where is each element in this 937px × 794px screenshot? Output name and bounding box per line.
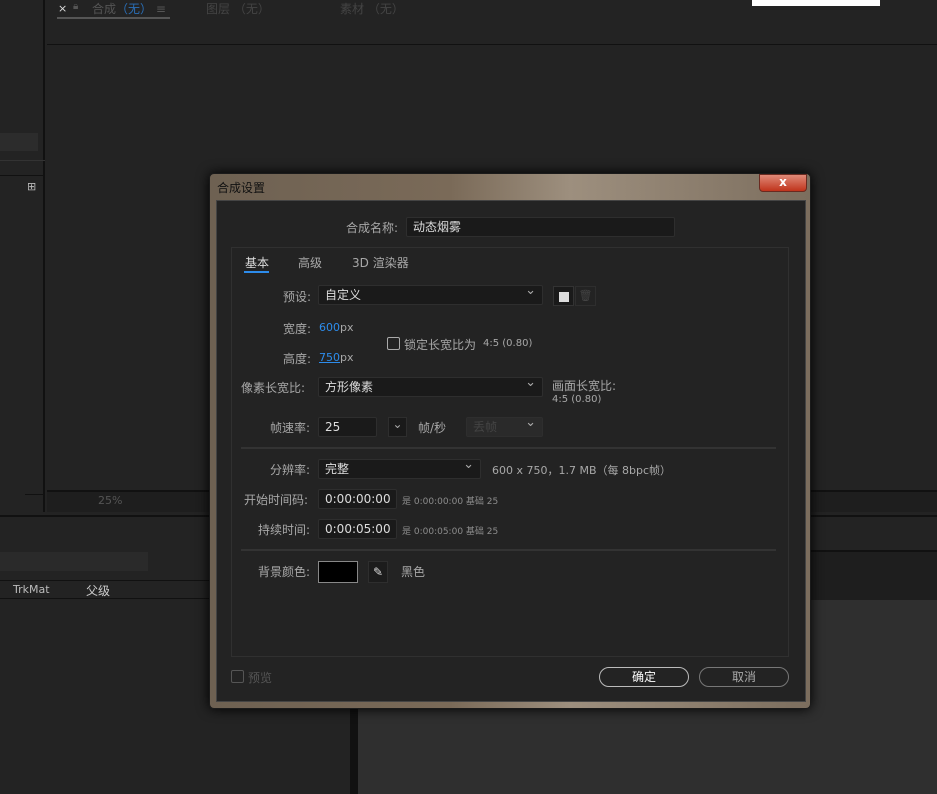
- fps-input[interactable]: 25: [318, 417, 377, 437]
- preset-dropdown[interactable]: 自定义: [318, 282, 543, 305]
- tab-comp-value: （无）: [116, 2, 153, 16]
- frame-aspect-label: 画面长宽比:: [552, 379, 617, 393]
- height-label: 高度:: [283, 352, 312, 366]
- tab-3d-renderer[interactable]: 3D 渲染器: [352, 254, 409, 271]
- fps-unit: 帧/秒: [418, 421, 447, 435]
- tab-layer[interactable]: 图层 （无）: [206, 0, 270, 17]
- ok-button[interactable]: 确定: [599, 667, 689, 687]
- hierarchy-icon[interactable]: ⊞: [27, 180, 36, 193]
- start-timecode-label: 开始时间码:: [244, 493, 309, 507]
- left-panel-search[interactable]: [0, 133, 38, 151]
- fps-dropdown-button[interactable]: ⌄: [388, 417, 407, 437]
- start-timecode-input[interactable]: 0:00:00:00: [318, 489, 397, 509]
- fps-label: 帧速率:: [270, 421, 311, 435]
- comp-name-label: 合成名称:: [346, 221, 399, 235]
- col-trkmat[interactable]: TrkMat: [13, 583, 50, 596]
- lock-aspect-ratio: 4:5 (0.80): [483, 338, 533, 349]
- settings-groupbox: [231, 247, 789, 657]
- preview-label: 预览: [248, 671, 273, 685]
- resolution-info: 600 x 750，1.7 MB（每 8bpc帧）: [492, 464, 672, 477]
- resolution-label: 分辨率:: [270, 463, 311, 477]
- duration-input[interactable]: 0:00:05:00: [318, 519, 397, 539]
- timeline-search[interactable]: [0, 552, 148, 571]
- lock-icon[interactable]: 🔒︎: [73, 1, 78, 12]
- width-label: 宽度:: [283, 322, 312, 336]
- start-timecode-info: 是 0:00:00:00 基础 25: [402, 497, 499, 507]
- tab-basic[interactable]: 基本: [245, 254, 269, 271]
- lock-aspect-checkbox[interactable]: [387, 337, 400, 350]
- dialog-title: 合成设置: [217, 181, 266, 195]
- pixel-aspect-label: 像素长宽比:: [241, 381, 306, 395]
- tab-advanced[interactable]: 高级: [298, 254, 322, 271]
- col-parent[interactable]: 父级: [86, 582, 110, 599]
- cancel-button[interactable]: 取消: [699, 667, 789, 687]
- eyedropper-icon[interactable]: ✎: [368, 561, 388, 583]
- white-box: [752, 0, 880, 6]
- tab-comp-label: 合成: [92, 2, 117, 16]
- tab-basic-underline: [244, 271, 269, 273]
- delete-preset-icon[interactable]: 🗑︎: [575, 286, 596, 306]
- timeline-ruler: [811, 550, 937, 600]
- close-icon: x: [779, 175, 787, 189]
- comp-name-input[interactable]: 动态烟雾: [406, 217, 675, 237]
- width-value[interactable]: 600: [319, 321, 340, 334]
- tab-close-icon[interactable]: ×: [58, 2, 67, 15]
- frame-aspect-value: 4:5 (0.80): [552, 394, 602, 405]
- bg-color-label: 背景颜色:: [258, 565, 311, 579]
- width-unit: px: [340, 321, 354, 334]
- separator: [241, 447, 776, 449]
- duration-info: 是 0:00:05:00 基础 25: [402, 527, 499, 537]
- left-panel-divider: [0, 160, 45, 176]
- preset-label: 预设:: [283, 290, 312, 304]
- tab-composition[interactable]: 合成（无） ≡: [92, 0, 166, 17]
- preview-checkbox[interactable]: [231, 670, 244, 683]
- zoom-dropdown[interactable]: 25%: [98, 494, 122, 507]
- duration-label: 持续时间:: [258, 523, 311, 537]
- height-unit: px: [340, 351, 354, 364]
- dialog-close-button[interactable]: x: [759, 174, 807, 192]
- left-panel: [0, 0, 45, 512]
- left-panel-line: [25, 494, 45, 495]
- bg-color-name: 黑色: [401, 565, 426, 579]
- height-value[interactable]: 750: [319, 351, 340, 364]
- tab-footage[interactable]: 素材 （无）: [340, 0, 404, 17]
- active-tab-underline: [57, 17, 170, 19]
- lock-aspect-label: 锁定长宽比为: [404, 338, 477, 352]
- drop-frame-dropdown[interactable]: 丢帧: [466, 414, 543, 437]
- pixel-aspect-dropdown[interactable]: 方形像素: [318, 374, 543, 397]
- tab-menu-icon[interactable]: ≡: [156, 2, 166, 16]
- resolution-dropdown[interactable]: 完整: [318, 456, 481, 479]
- separator: [241, 549, 776, 551]
- save-preset-icon[interactable]: [553, 286, 574, 306]
- bg-color-swatch[interactable]: [318, 561, 358, 583]
